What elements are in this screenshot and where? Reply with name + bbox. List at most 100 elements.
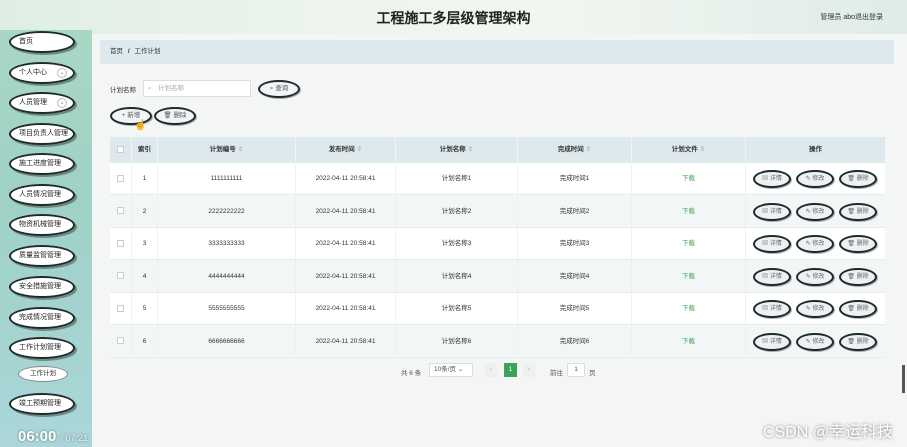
table-row: 1 1111111111 2022-04-11 20:58:41 计划名称1 完成时间1… xyxy=(110,163,885,195)
edit-button[interactable]: ✎ 修改 xyxy=(796,202,834,221)
sidebar-item-home[interactable]: 首页 xyxy=(9,31,75,53)
app-title: 工程施工多层级管理架构 xyxy=(376,11,531,27)
sidebar-item-profile[interactable]: 个人中心 ⌄ xyxy=(9,62,75,84)
column-header[interactable]: 计划文件 ⇕ xyxy=(632,137,746,163)
detail-button[interactable]: ▤ 详情 xyxy=(753,267,791,286)
prev-page-button[interactable]: ‹ xyxy=(485,363,497,377)
chevron-down-icon: ⌄ xyxy=(457,366,464,373)
sidebar-item-work-plan[interactable]: 工作计划管理 xyxy=(9,337,75,359)
cell-name: 计划名称4 xyxy=(396,260,518,292)
next-page-button[interactable]: › xyxy=(523,363,535,377)
breadcrumb-home[interactable]: 首页 xyxy=(110,48,123,55)
column-header[interactable]: 计划编号 ⇕ xyxy=(158,137,296,163)
sidebar-item-materials[interactable]: 物资机械管理 xyxy=(9,214,75,236)
row-checkbox[interactable] xyxy=(110,163,132,194)
detail-button[interactable]: ▤ 详情 xyxy=(753,202,791,221)
current-page[interactable]: 1 xyxy=(504,363,517,377)
table-row: 3 3333333333 2022-04-11 20:58:41 计划名称3 完成时间3… xyxy=(110,228,885,260)
cell-code: 4444444444 xyxy=(158,260,296,292)
cell-code: 3333333333 xyxy=(158,228,296,259)
pencil-icon: ✎ xyxy=(805,273,811,280)
cell-code: 5555555555 xyxy=(158,293,296,324)
goto-page-input[interactable]: 1 xyxy=(567,363,585,377)
cell-time: 2022-04-11 20:58:41 xyxy=(296,325,396,357)
column-header[interactable]: 发布时间 ⇕ xyxy=(296,137,396,163)
edit-button[interactable]: ✎ 修改 xyxy=(796,300,834,318)
cell-name: 计划名称1 xyxy=(396,163,518,194)
edit-button[interactable]: ✎ 修改 xyxy=(796,267,834,286)
search-icon: ⌕ xyxy=(148,85,152,92)
trash-icon: 🗑 xyxy=(847,338,855,345)
cell-index: 3 xyxy=(132,228,158,259)
sidebar-item-progress[interactable]: 施工进度管理 xyxy=(9,153,75,175)
edit-button[interactable]: ✎ 修改 xyxy=(796,235,834,253)
cell-index: 4 xyxy=(132,260,158,292)
cell-done: 完成时间2 xyxy=(518,195,632,227)
row-actions: ▤ 详情 ✎ 修改 🗑 删除 xyxy=(750,235,885,253)
search-button[interactable]: ⌕ 查询 xyxy=(258,80,300,98)
delete-row-button[interactable]: 🗑 删除 xyxy=(839,300,877,318)
column-header[interactable]: 计划名称 ⇕ xyxy=(396,137,518,163)
page-size-select[interactable]: 10条/页 ⌄ xyxy=(429,363,473,377)
search-input[interactable]: ⌕ 计划名称 xyxy=(143,80,251,97)
pencil-icon: ✎ xyxy=(805,241,811,247)
row-actions: ▤ 详情 ✎ 修改 🗑 删除 xyxy=(750,332,885,351)
delete-row-button[interactable]: 🗑 删除 xyxy=(839,235,877,253)
watermark: CSDN @幸运科技 xyxy=(762,424,893,441)
download-link[interactable]: 下载 xyxy=(632,325,746,357)
sidebar-item-quality[interactable]: 质量监管管理 xyxy=(9,245,75,267)
sort-icon: ⇕ xyxy=(467,146,474,153)
row-checkbox[interactable] xyxy=(110,325,132,357)
sidebar-item-project-leader[interactable]: 项目负责人管理 xyxy=(9,123,75,145)
delete-row-button[interactable]: 🗑 删除 xyxy=(839,170,877,188)
breadcrumb-current: 工作计划 xyxy=(134,48,161,55)
search-placeholder: 计划名称 xyxy=(158,85,184,92)
user-name: 管理员 abo xyxy=(820,14,855,21)
document-icon: ▤ xyxy=(762,273,769,280)
detail-button[interactable]: ▤ 详情 xyxy=(753,235,791,253)
download-link[interactable]: 下载 xyxy=(632,293,746,324)
logout-link[interactable]: 退出登录 xyxy=(855,12,883,22)
edit-button[interactable]: ✎ 修改 xyxy=(796,170,834,188)
sidebar-item-completion[interactable]: 完成情况管理 xyxy=(9,307,75,329)
delete-row-button[interactable]: 🗑 删除 xyxy=(839,202,877,221)
download-link[interactable]: 下载 xyxy=(632,163,746,194)
detail-button[interactable]: ▤ 详情 xyxy=(753,332,791,351)
row-actions: ▤ 详情 ✎ 修改 🗑 删除 xyxy=(750,202,885,221)
document-icon: ▤ xyxy=(762,176,769,182)
delete-row-button[interactable]: 🗑 删除 xyxy=(839,267,877,286)
delete-button[interactable]: 🗑 删除 xyxy=(154,107,196,125)
pencil-icon: ✎ xyxy=(805,338,811,345)
mouse-cursor-icon: ☝ xyxy=(134,120,147,131)
row-checkbox[interactable] xyxy=(110,228,132,259)
trash-icon: 🗑 xyxy=(847,273,855,280)
row-checkbox[interactable] xyxy=(110,195,132,227)
sidebar-item-safety[interactable]: 安全措施管理 xyxy=(9,276,75,298)
sidebar-subitem-work-plan[interactable]: 工作计划 xyxy=(18,366,68,382)
document-icon: ▤ xyxy=(762,306,769,312)
sidebar-item-staff-status[interactable]: 人员情况管理 xyxy=(9,184,75,206)
detail-button[interactable]: ▤ 详情 xyxy=(753,170,791,188)
sidebar-item-personnel[interactable]: 人员管理 ⌄ xyxy=(9,92,75,114)
cell-index: 6 xyxy=(132,325,158,357)
scrollbar[interactable] xyxy=(902,365,905,393)
cell-index: 2 xyxy=(132,195,158,227)
delete-row-button[interactable]: 🗑 删除 xyxy=(839,332,877,351)
cell-name: 计划名称3 xyxy=(396,228,518,259)
edit-button[interactable]: ✎ 修改 xyxy=(796,332,834,351)
cell-index: 1 xyxy=(132,163,158,194)
column-header[interactable]: 完成时间 ⇕ xyxy=(518,137,632,163)
select-all-checkbox[interactable] xyxy=(110,137,132,163)
breadcrumb-separator: / xyxy=(127,48,130,55)
download-link[interactable]: 下载 xyxy=(632,195,746,227)
trash-icon: 🗑 xyxy=(847,306,855,312)
row-checkbox[interactable] xyxy=(110,293,132,324)
download-link[interactable]: 下载 xyxy=(632,260,746,292)
row-checkbox[interactable] xyxy=(110,260,132,292)
cell-done: 完成时间4 xyxy=(518,260,632,292)
cell-code: 1111111111 xyxy=(158,163,296,194)
download-link[interactable]: 下载 xyxy=(632,228,746,259)
detail-button[interactable]: ▤ 详情 xyxy=(753,300,791,318)
trash-icon: 🗑 xyxy=(847,241,855,247)
sidebar-item-completion-forecast[interactable]: 竣工预期管理 xyxy=(9,393,75,415)
